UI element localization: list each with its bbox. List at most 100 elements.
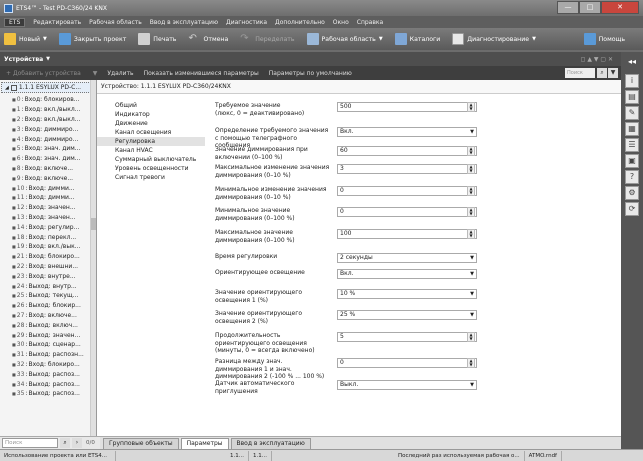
grid-icon[interactable]: ▣ (625, 154, 639, 168)
tree-item[interactable]: ■ 23: Вход: внутре... (0, 271, 96, 281)
menu-edit[interactable]: Редактировать (33, 19, 81, 26)
help-side-icon[interactable]: ? (625, 170, 639, 184)
tree-item[interactable]: ■ 21: Вход: блокиро... (0, 252, 96, 262)
diagnostics-button[interactable]: Диагностирование ▼ (452, 33, 536, 45)
tree-item[interactable]: ■ 6: Вход: знач. дим... (0, 154, 96, 164)
tree-search-input[interactable]: Поиск (2, 438, 58, 448)
parameter-input[interactable]: 0 (337, 186, 477, 196)
close-button[interactable]: ✕ (601, 1, 639, 14)
settings-icon[interactable]: ⚙ (625, 186, 639, 200)
tree-item[interactable]: ■ 22: Вход: внешни... (0, 262, 96, 272)
category-item[interactable]: Движение (97, 119, 205, 128)
category-item[interactable]: Уровень освещенности (97, 164, 205, 173)
tree-item[interactable]: ■ 4: Вход: диммиро... (0, 134, 96, 144)
tree-item[interactable]: ■ 10: Вход: димми... (0, 183, 96, 193)
menu-ets[interactable]: ETS (4, 17, 26, 27)
menu-help[interactable]: Справка (357, 19, 383, 26)
spinner-stepper[interactable]: ▲ ▼ (467, 229, 475, 239)
chevron-down-icon[interactable]: ▼ (46, 56, 50, 62)
parameter-dropdown[interactable]: 10 % ▼ (337, 289, 477, 299)
parameter-input[interactable]: 5 (337, 332, 477, 342)
parameter-dropdown[interactable]: Вкл. ▼ (337, 127, 477, 137)
default-params-button[interactable]: Параметры по умолчанию (269, 70, 352, 77)
search-next-icon[interactable]: › (72, 438, 82, 448)
tool-icon[interactable]: ✎ (625, 106, 639, 120)
parameter-input[interactable]: 60 (337, 146, 477, 156)
category-item[interactable]: Общий (97, 101, 205, 110)
tree-item[interactable]: ■ 24: Выход: внутр... (0, 281, 96, 291)
tree-item[interactable]: ■ 29: Выход: значен... (0, 330, 96, 340)
category-item[interactable]: Сигнал тревоги (97, 173, 205, 182)
parameter-input[interactable]: 0 (337, 358, 477, 368)
chevron-down-icon[interactable]: ▼ (470, 290, 474, 298)
search-icon[interactable]: ⌕ (60, 438, 70, 448)
spinner-stepper[interactable]: ▲ ▼ (467, 186, 475, 196)
spinner-stepper[interactable]: ▲ ▼ (467, 332, 475, 342)
tree-item[interactable]: ■ 13: Вход: значен... (0, 213, 96, 223)
menu-diagnostics[interactable]: Диагностика (226, 19, 267, 26)
tree-item[interactable]: ■ 11: Вход: димми... (0, 193, 96, 203)
tree-item[interactable]: ■ 9: Вход: включе... (0, 173, 96, 183)
spinner-stepper[interactable]: ▲ ▼ (467, 164, 475, 174)
catalogs-button[interactable]: Каталоги (394, 33, 440, 45)
spinner-stepper[interactable]: ▲ ▼ (467, 146, 475, 156)
parameter-dropdown[interactable]: Вкл. ▼ (337, 269, 477, 279)
tree-root-device[interactable]: ◢ 1.1.1 ESYLUX PD-C... (1, 82, 95, 93)
properties-icon[interactable]: ▦ (625, 122, 639, 136)
category-item[interactable]: Канал освещения (97, 128, 205, 137)
add-devices-button[interactable]: + Добавить устройства ▼ (6, 70, 97, 77)
parameter-input[interactable]: 100 (337, 229, 477, 239)
redo-button[interactable]: ↷ Переделать (240, 33, 294, 45)
list-icon[interactable]: ☰ (625, 138, 639, 152)
tree-item[interactable]: ■ 2: Вход: вкл./выкл... (0, 115, 96, 125)
parameter-input[interactable]: 500 (337, 102, 477, 112)
chevron-down-icon[interactable]: ▼ (470, 311, 474, 319)
info-icon[interactable]: i (625, 74, 639, 88)
tree-item[interactable]: ■ 5: Вход: знач. дим... (0, 144, 96, 154)
tree-item[interactable]: ■ 35: Выход: распоз... (0, 389, 96, 399)
tree-item[interactable]: ■ 14: Вход: регулир... (0, 222, 96, 232)
chevron-down-icon[interactable]: ▼ (470, 381, 474, 389)
new-button[interactable]: Новый ▼ (4, 33, 47, 45)
workspace-button[interactable]: Рабочая область ▼ (306, 33, 383, 45)
menu-workspace[interactable]: Рабочая область (89, 19, 142, 26)
menu-commissioning[interactable]: Ввод в эксплуатацию (150, 19, 218, 26)
editor-tab[interactable]: Параметры (180, 438, 229, 449)
tree-item[interactable]: ■ 33: Выход: распоз... (0, 369, 96, 379)
refresh-icon[interactable]: ⟳ (625, 202, 639, 216)
category-item[interactable]: Регулировка (97, 137, 205, 146)
parameter-dropdown[interactable]: 2 секунды ▼ (337, 253, 477, 263)
panel-window-controls[interactable]: ◻ ▲ ▼ ▢ ✕ (580, 56, 613, 63)
expand-icon[interactable]: ◢ (5, 85, 9, 91)
parameter-input[interactable]: 3 (337, 164, 477, 174)
tree-item[interactable]: ■ 12: Вход: значен... (0, 203, 96, 213)
maximize-button[interactable]: □ (579, 1, 601, 14)
catalog-side-icon[interactable]: ▤ (625, 90, 639, 104)
tree-item[interactable]: ■ 28: Выход: включ... (0, 320, 96, 330)
search-icon[interactable]: ⌕ (597, 68, 607, 78)
show-changed-params-button[interactable]: Показать изменившиеся параметры (144, 70, 259, 77)
minimize-button[interactable]: — (557, 1, 579, 14)
tree-item[interactable]: ■ 31: Выход: распозн... (0, 350, 96, 360)
scrollbar-thumb[interactable] (91, 218, 96, 230)
tree-item[interactable]: ■ 1: Вход: вкл./выкл... (0, 105, 96, 115)
chevron-down-icon[interactable]: ▼ (470, 270, 474, 278)
spinner-stepper[interactable]: ▲ ▼ (467, 102, 475, 112)
editor-tab[interactable]: Групповые объекты (103, 438, 179, 449)
close-project-button[interactable]: Закрыть проект (58, 33, 126, 45)
category-item[interactable]: Канал HVAC (97, 146, 205, 155)
tree-item[interactable]: ■ 19: Вход: вкл./вык... (0, 242, 96, 252)
tree-item[interactable]: ■ 25: Выход: текущ... (0, 291, 96, 301)
menu-extras[interactable]: Дополнительно (275, 19, 325, 26)
spinner-stepper[interactable]: ▲ ▼ (467, 207, 475, 217)
collapse-icon[interactable]: ◂◂ (625, 56, 639, 70)
tree-item[interactable]: ■ 0: Вход: блокиров... (0, 95, 96, 105)
tree-item[interactable]: ■ 30: Выход: сценар... (0, 340, 96, 350)
tree-item[interactable]: ■ 27: Вход: включе... (0, 311, 96, 321)
print-button[interactable]: Печать (138, 33, 176, 45)
tree-item[interactable]: ■ 3: Вход: диммиро... (0, 124, 96, 134)
parameter-input[interactable]: 0 (337, 207, 477, 217)
category-item[interactable]: Суммарный выключатель (97, 155, 205, 164)
category-item[interactable]: Индикатор (97, 110, 205, 119)
parameter-dropdown[interactable]: Выкл. ▼ (337, 380, 477, 390)
